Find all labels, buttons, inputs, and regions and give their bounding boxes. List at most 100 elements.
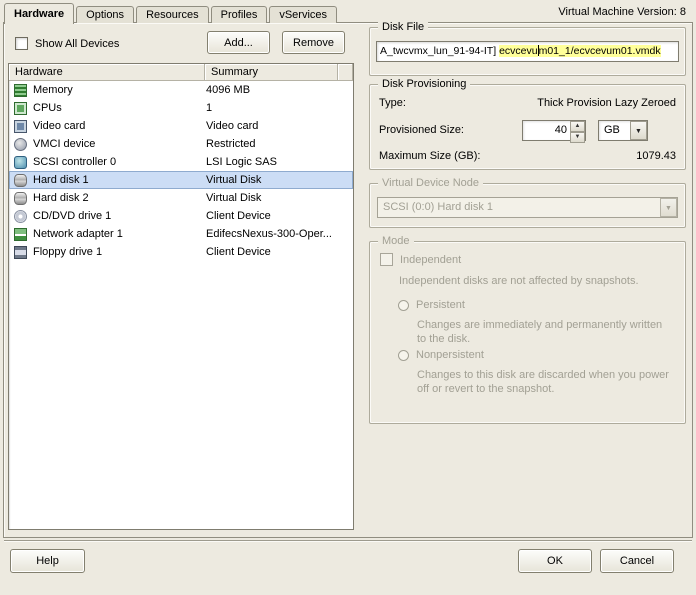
spin-down-icon[interactable]: ▼ (570, 132, 585, 143)
hardware-name: CPUs (33, 102, 62, 114)
persistent-radio: Persistent (398, 299, 465, 311)
chevron-down-icon: ▼ (660, 198, 677, 217)
tab-hardware[interactable]: Hardware (4, 3, 75, 24)
disk-file-path-highlight: ecvcevu (499, 45, 538, 57)
table-row[interactable]: Hard disk 2 Virtual Disk (9, 189, 353, 207)
floppy-drive-icon (14, 245, 27, 259)
hard-disk-icon (14, 191, 27, 205)
type-value: Thick Provision Lazy Zeroed (537, 97, 676, 109)
cancel-button[interactable]: Cancel (600, 549, 674, 573)
mode-group: Mode Independent Independent disks are n… (369, 234, 686, 424)
network-adapter-icon (14, 227, 27, 241)
type-label: Type: (379, 97, 406, 109)
disk-provisioning-group-label: Disk Provisioning (378, 77, 471, 91)
video-card-icon (14, 119, 27, 133)
table-row[interactable]: CPUs 1 (9, 99, 353, 117)
persistent-label: Persistent (416, 299, 465, 311)
virtual-device-node-select: SCSI (0:0) Hard disk 1 ▼ (377, 197, 678, 218)
hardware-name: Floppy drive 1 (33, 246, 103, 258)
hardware-summary: Virtual Disk (206, 174, 262, 186)
remove-button[interactable]: Remove (282, 31, 345, 54)
hardware-summary: Restricted (206, 138, 256, 150)
hardware-name: Video card (33, 120, 86, 132)
table-row-selected[interactable]: Hard disk 1 Virtual Disk (9, 171, 353, 189)
show-all-devices-checkbox[interactable]: Show All Devices (15, 37, 119, 50)
cpu-icon (14, 101, 27, 115)
column-header-endcap (338, 64, 353, 81)
hardware-summary: Video card (206, 120, 259, 132)
tab-profiles[interactable]: Profiles (210, 6, 268, 23)
chevron-down-icon[interactable]: ▼ (630, 121, 647, 140)
virtual-device-node-value: SCSI (0:0) Hard disk 1 (383, 201, 494, 213)
maximum-size-label: Maximum Size (GB): (379, 150, 481, 162)
table-header: Hardware Summary (9, 64, 353, 81)
disk-file-path-prefix: A_twcvmx_lun_91-94-IT] (380, 45, 500, 57)
virtual-device-node-group-label: Virtual Device Node (378, 176, 484, 190)
radio-button-icon (398, 299, 409, 311)
table-row[interactable]: CD/DVD drive 1 Client Device (9, 207, 353, 225)
hardware-summary: LSI Logic SAS (206, 156, 277, 168)
column-header-hardware[interactable]: Hardware (9, 64, 205, 81)
maximum-size-value: 1079.43 (636, 150, 676, 162)
checkbox-box-icon (380, 253, 393, 266)
table-row[interactable]: SCSI controller 0 LSI Logic SAS (9, 153, 353, 171)
disk-file-group: Disk File A_twcvmx_lun_91-94-IT] ecvcevu… (369, 20, 686, 76)
ok-button[interactable]: OK (518, 549, 592, 573)
add-button[interactable]: Add... (207, 31, 270, 54)
footer-separator (4, 540, 692, 542)
vmci-device-icon (14, 137, 27, 151)
disk-file-input[interactable]: A_twcvmx_lun_91-94-IT] ecvcevum01_1/ecvc… (376, 41, 679, 62)
nonpersistent-radio: Nonpersistent (398, 349, 484, 361)
disk-provisioning-group: Disk Provisioning Type: Thick Provision … (369, 77, 686, 170)
size-unit-select[interactable]: GB ▼ (598, 120, 648, 141)
hardware-summary: Client Device (206, 246, 271, 258)
hardware-name: SCSI controller 0 (33, 156, 117, 168)
spinner-buttons: ▲ ▼ (570, 121, 585, 143)
nonpersistent-description: Changes to this disk are discarded when … (417, 369, 669, 395)
show-all-devices-label: Show All Devices (35, 37, 120, 50)
tab-options[interactable]: Options (76, 6, 135, 23)
independent-checkbox: Independent (380, 253, 461, 266)
hardware-summary: 4096 MB (206, 84, 251, 96)
hardware-name: Memory (33, 84, 73, 96)
disk-file-path-highlight: m01_1/ecvcevum01.vmdk (538, 45, 661, 57)
virtual-device-node-group: Virtual Device Node SCSI (0:0) Hard disk… (369, 176, 686, 228)
help-button[interactable]: Help (10, 549, 85, 573)
provisioned-size-spinner[interactable]: 40 ▲ ▼ (522, 120, 586, 143)
table-row[interactable]: Memory 4096 MB (9, 81, 353, 99)
cd-dvd-drive-icon (14, 209, 27, 223)
spin-up-icon[interactable]: ▲ (570, 121, 585, 132)
hardware-summary: EdifecsNexus-300-Oper... (206, 228, 332, 240)
vm-properties-dialog: Virtual Machine Version: 8 Hardware Opti… (0, 0, 696, 595)
table-row[interactable]: Floppy drive 1 Client Device (9, 243, 353, 261)
hardware-name: Hard disk 2 (33, 192, 89, 204)
hardware-summary: Virtual Disk (206, 192, 262, 204)
tab-resources[interactable]: Resources (136, 6, 209, 23)
mode-group-label: Mode (378, 234, 414, 248)
nonpersistent-label: Nonpersistent (416, 349, 484, 361)
independent-description: Independent disks are not affected by sn… (399, 275, 639, 287)
table-row[interactable]: Video card Video card (9, 117, 353, 135)
persistent-description: Changes are immediately and permanently … (417, 319, 663, 345)
provisioned-size-value[interactable]: 40 (523, 121, 570, 140)
hardware-name: VMCI device (33, 138, 96, 150)
independent-label: Independent (400, 253, 462, 266)
vm-version-label: Virtual Machine Version: 8 (558, 6, 686, 18)
size-unit-value: GB (604, 124, 620, 136)
hardware-summary: 1 (206, 102, 213, 114)
checkbox-box-icon[interactable] (15, 37, 28, 50)
provisioned-size-label: Provisioned Size: (379, 124, 464, 136)
hardware-name: Hard disk 1 (33, 174, 89, 186)
tab-vservices[interactable]: vServices (269, 6, 338, 23)
hard-disk-icon (14, 173, 27, 187)
table-row[interactable]: VMCI device Restricted (9, 135, 353, 153)
hardware-table: Hardware Summary Memory 4096 MB CPUs 1 V… (8, 63, 354, 530)
hardware-name: CD/DVD drive 1 (33, 210, 112, 222)
table-row[interactable]: Network adapter 1 EdifecsNexus-300-Oper.… (9, 225, 353, 243)
hardware-name: Network adapter 1 (33, 228, 123, 240)
column-header-summary[interactable]: Summary (205, 64, 338, 81)
scsi-controller-icon (14, 155, 27, 169)
hardware-summary: Client Device (206, 210, 271, 222)
radio-button-icon (398, 349, 409, 361)
tab-bar: Hardware Options Resources Profiles vSer… (4, 2, 339, 24)
